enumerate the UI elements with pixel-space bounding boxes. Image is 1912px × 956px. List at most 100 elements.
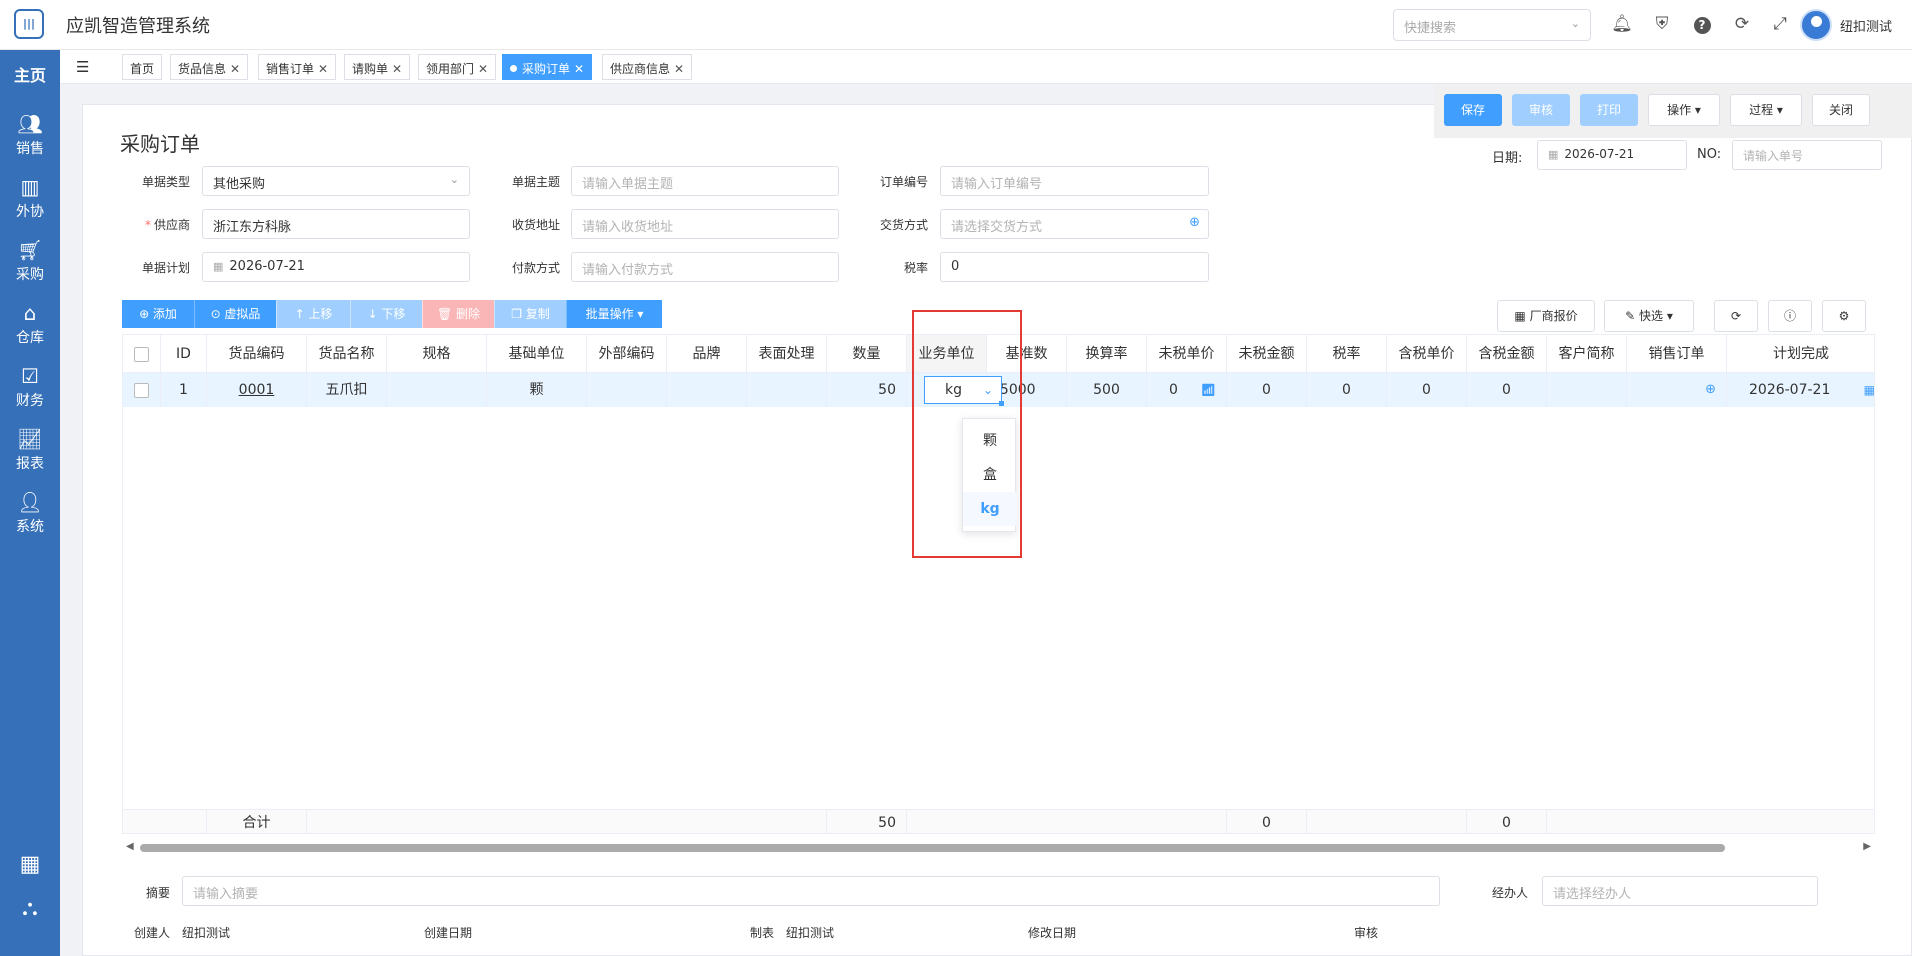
- sidebar-item-home[interactable]: 主页: [0, 62, 60, 86]
- column-header[interactable]: 数量: [827, 335, 907, 373]
- column-header[interactable]: 未税单价: [1147, 335, 1227, 373]
- cell-tax[interactable]: 0: [1307, 373, 1387, 407]
- settings-button[interactable]: ⚙: [1822, 300, 1866, 332]
- cell-goods-name[interactable]: 五爪扣: [307, 373, 387, 407]
- user-name[interactable]: 纽扣测试: [1840, 16, 1892, 35]
- cell-amount-ex[interactable]: 0: [1227, 373, 1307, 407]
- tax-input[interactable]: 0: [940, 252, 1209, 282]
- virtual-item-button[interactable]: ⊙ 虚拟品: [194, 300, 276, 328]
- address-input[interactable]: 请输入收货地址: [571, 209, 839, 239]
- plan-date-input[interactable]: ▦ 2026-07-21: [202, 252, 470, 282]
- review-button[interactable]: 审核: [1512, 94, 1570, 126]
- tab-requisition[interactable]: 请购单 ✕: [344, 54, 411, 80]
- scrollbar-thumb[interactable]: [140, 844, 1725, 852]
- grid-refresh-button[interactable]: ⟳: [1714, 300, 1758, 332]
- save-button[interactable]: 保存: [1444, 94, 1502, 126]
- price-history-icon[interactable]: 📶︎: [1201, 373, 1216, 407]
- sidebar-item-system[interactable]: 👤︎ 系统: [0, 490, 60, 536]
- column-header[interactable]: 换算率: [1067, 335, 1147, 373]
- bell-icon[interactable]: 🔔︎: [1611, 13, 1633, 35]
- sidebar-item-purchase[interactable]: 🛒︎ 采购: [0, 238, 60, 284]
- cell-qty[interactable]: 50: [827, 373, 907, 407]
- close-icon[interactable]: ✕: [318, 62, 328, 76]
- cell-price-ex[interactable]: 0 📶︎: [1147, 373, 1227, 407]
- close-button[interactable]: 关闭: [1812, 94, 1870, 126]
- column-header[interactable]: 基础单位: [487, 335, 587, 373]
- column-header[interactable]: 货品编码: [207, 335, 307, 373]
- column-header[interactable]: 表面处理: [747, 335, 827, 373]
- column-header[interactable]: 品牌: [667, 335, 747, 373]
- cell-surface[interactable]: [747, 373, 827, 407]
- refresh-icon[interactable]: ⟳: [1731, 13, 1753, 35]
- network-icon[interactable]: ⛬: [0, 896, 60, 921]
- operate-dropdown-button[interactable]: 操作 ▾: [1648, 94, 1720, 126]
- order-number-input[interactable]: 请输入单号: [1732, 140, 1882, 170]
- menu-toggle-icon[interactable]: ☰: [76, 58, 89, 76]
- column-header[interactable]: 未税金额: [1227, 335, 1307, 373]
- avatar[interactable]: [1800, 9, 1832, 41]
- cell-spec[interactable]: [387, 373, 487, 407]
- column-header[interactable]: 外部编码: [587, 335, 667, 373]
- plus-circle-icon[interactable]: ⊕: [1189, 215, 1200, 230]
- sidebar-item-outsource[interactable]: ▥ 外协: [0, 175, 60, 221]
- column-header[interactable]: 含税单价: [1387, 335, 1467, 373]
- tab-sales-order[interactable]: 销售订单 ✕: [258, 54, 337, 80]
- handler-input[interactable]: 请选择经办人: [1542, 876, 1818, 906]
- tab-dept[interactable]: 领用部门 ✕: [418, 54, 497, 80]
- column-header[interactable]: 货品名称: [307, 335, 387, 373]
- column-header[interactable]: 规格: [387, 335, 487, 373]
- help-icon[interactable]: ?: [1691, 13, 1713, 35]
- cell-price-in[interactable]: 0: [1387, 373, 1467, 407]
- cell-ext-code[interactable]: [587, 373, 667, 407]
- payment-input[interactable]: 请输入付款方式: [571, 252, 839, 282]
- shield-icon[interactable]: ⛨: [1651, 13, 1673, 35]
- select-all-checkbox[interactable]: [134, 346, 149, 362]
- close-icon[interactable]: ✕: [392, 62, 402, 76]
- apps-grid-icon[interactable]: ▦: [0, 852, 60, 877]
- move-down-button[interactable]: ↓ 下移: [350, 300, 422, 328]
- cell-customer[interactable]: [1547, 373, 1627, 407]
- tab-supplier-info[interactable]: 供应商信息 ✕: [602, 54, 693, 80]
- subject-input[interactable]: 请输入单据主题: [571, 166, 839, 196]
- plus-circle-icon[interactable]: ⊕: [1705, 373, 1716, 407]
- delete-button[interactable]: 🗑︎ 删除: [422, 300, 494, 328]
- process-dropdown-button[interactable]: 过程 ▾: [1730, 94, 1802, 126]
- column-header[interactable]: 计划完成: [1727, 335, 1874, 373]
- sidebar-item-warehouse[interactable]: ⌂ 仓库: [0, 301, 60, 347]
- batch-operation-button[interactable]: 批量操作 ▾: [566, 300, 662, 328]
- column-header[interactable]: ID: [161, 335, 207, 373]
- column-header[interactable]: 销售订单: [1627, 335, 1727, 373]
- horizontal-scrollbar[interactable]: ◀ ▶: [122, 838, 1875, 858]
- doc-type-select[interactable]: 其他采购 ⌄: [202, 166, 470, 196]
- delivery-input[interactable]: 请选择交货方式 ⊕: [940, 209, 1209, 239]
- cell-plan-done[interactable]: 2026-07-21 ▦: [1727, 373, 1874, 407]
- cell-base-unit[interactable]: 颗: [487, 373, 587, 407]
- tab-purchase-order[interactable]: 采购订单 ✕: [502, 54, 593, 80]
- column-header[interactable]: 税率: [1307, 335, 1387, 373]
- sidebar-item-sales[interactable]: 👥︎ 销售: [0, 112, 60, 158]
- info-button[interactable]: ⓘ: [1768, 300, 1812, 332]
- sidebar-item-reports[interactable]: 📈︎ 报表: [0, 427, 60, 473]
- select-all-checkbox-cell[interactable]: [123, 335, 161, 373]
- tab-home[interactable]: 首页: [122, 54, 163, 80]
- summary-input[interactable]: 请输入摘要: [182, 876, 1440, 906]
- cell-sales-order[interactable]: ⊕: [1627, 373, 1727, 407]
- vendor-price-button[interactable]: ▦ 厂商报价: [1497, 300, 1595, 332]
- print-button[interactable]: 打印: [1580, 94, 1638, 126]
- quick-search-input[interactable]: 快捷搜索 ⌄: [1393, 9, 1591, 41]
- copy-button[interactable]: ❐ 复制: [494, 300, 566, 328]
- cell-goods-code-link[interactable]: 0001: [207, 373, 307, 407]
- add-row-button[interactable]: ⊕ 添加: [122, 300, 194, 328]
- order-no-input[interactable]: 请输入订单编号: [940, 166, 1209, 196]
- close-icon[interactable]: ✕: [574, 62, 584, 76]
- row-checkbox[interactable]: [134, 382, 149, 398]
- quick-select-button[interactable]: ✎ 快选 ▾: [1604, 300, 1694, 332]
- cell-amount-in[interactable]: 0: [1467, 373, 1547, 407]
- close-icon[interactable]: ✕: [674, 62, 684, 76]
- column-header[interactable]: 客户简称: [1547, 335, 1627, 373]
- sidebar-item-finance[interactable]: ☑ 财务: [0, 364, 60, 410]
- row-checkbox-cell[interactable]: [123, 373, 161, 407]
- tab-goods-info[interactable]: 货品信息 ✕: [170, 54, 249, 80]
- scroll-right-icon[interactable]: ▶: [1863, 841, 1871, 852]
- supplier-input[interactable]: 浙江东方科脉: [202, 209, 470, 239]
